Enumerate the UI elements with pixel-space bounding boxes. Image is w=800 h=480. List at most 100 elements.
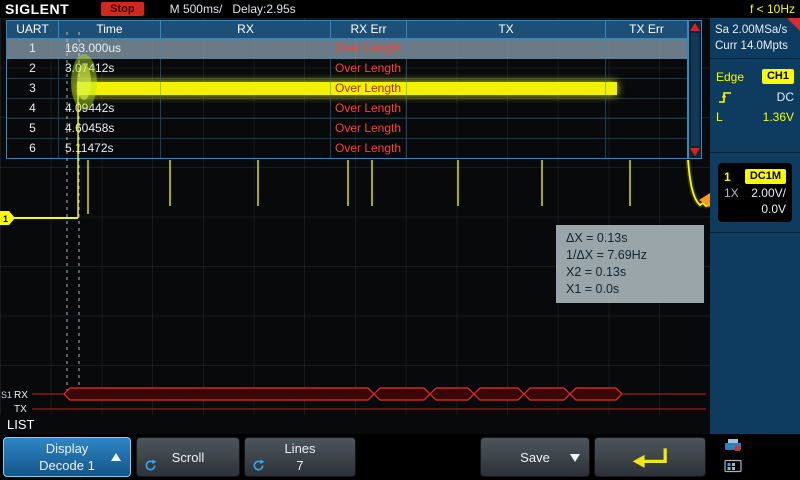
cell-rx-err: Over Length [331, 39, 407, 58]
waveform-area: UART Time RX RX Err TX TX Err 1 163.000u… [0, 18, 710, 434]
sample-rate: Sa 2.00MSa/s [715, 22, 795, 38]
cell-rx-err: Over Length [331, 119, 407, 138]
cell-index: 3 [7, 79, 59, 98]
soft-menu-bar: Display Decode 1 Scroll Lines 7 Save [0, 434, 800, 480]
cell-tx [407, 59, 606, 78]
interface-status-icon[interactable] [724, 459, 742, 474]
cursor-inv-delta-x: 1/ΔX = 7.69Hz [566, 247, 694, 264]
channel-info[interactable]: 1 DC1M 1X 2.00V/ 0.0V [710, 153, 800, 233]
cursor-readout-box: ΔX = 0.13s 1/ΔX = 7.69Hz X2 = 0.13s X1 =… [556, 225, 704, 303]
trigger-info[interactable]: Edge CH1 DC L 1.36V [710, 59, 800, 153]
cell-tx-err [606, 139, 687, 159]
cell-index: 1 [7, 39, 59, 58]
table-body: 1 163.000us Over Length 2 3.07412s Over … [6, 39, 688, 159]
print-icon[interactable] [724, 438, 742, 454]
cell-tx [407, 139, 606, 159]
timebase-readout: M 500ms/ [170, 2, 223, 16]
uart-decode-table: UART Time RX RX Err TX TX Err 1 163.000u… [6, 20, 702, 159]
cell-time: 4.09442s [59, 99, 161, 118]
cell-tx-err [606, 79, 687, 98]
vertical-offset: 0.0V [761, 202, 786, 216]
display-menu-button[interactable]: Display Decode 1 [3, 437, 131, 477]
header-rx: RX [161, 21, 331, 38]
brand-logo: SIGLENT [5, 1, 69, 17]
cell-rx [161, 59, 331, 78]
top-status-bar: SIGLENT Stop M 500ms/ Delay:2.95s f < 10… [0, 0, 800, 18]
table-main: UART Time RX RX Err TX TX Err 1 163.000u… [6, 20, 688, 159]
probe-attenuation: 1X [724, 186, 739, 200]
scroll-button[interactable]: Scroll [136, 437, 240, 477]
channel-coupling-badge: DC1M [745, 169, 786, 184]
save-button-label: Save [520, 449, 550, 466]
trigger-source-badge: CH1 [762, 69, 794, 84]
rising-edge-icon [716, 90, 734, 104]
cell-tx [407, 79, 606, 98]
trigger-type: Edge [716, 70, 744, 84]
cell-rx-err: Over Length [331, 139, 407, 159]
save-button[interactable]: Save [480, 437, 590, 477]
cell-time [59, 79, 161, 98]
table-row[interactable]: 4 4.09442s Over Length [7, 99, 687, 119]
lines-button-label: Lines [284, 440, 315, 457]
rotate-knob-icon [144, 459, 157, 472]
cell-rx-err: Over Length [331, 79, 407, 98]
rotate-knob-icon [252, 459, 265, 472]
vertical-scale: 2.00V/ [751, 186, 786, 200]
memory-depth: Curr 14.0Mpts [715, 38, 795, 54]
table-row[interactable]: 3 Over Length [7, 79, 687, 99]
display-button-line2: Decode 1 [39, 457, 95, 474]
cell-tx-err [606, 39, 687, 58]
cell-tx-err [606, 59, 687, 78]
cell-index: 2 [7, 59, 59, 78]
cell-rx [161, 39, 331, 58]
lines-button[interactable]: Lines 7 [244, 437, 356, 477]
trigger-delay-readout: Delay:2.95s [232, 2, 295, 16]
cell-time: 4.60458s [59, 119, 161, 138]
up-arrow-icon [111, 453, 121, 461]
cell-index: 6 [7, 139, 59, 159]
cell-rx-err: Over Length [331, 99, 407, 118]
cell-time: 163.000us [59, 39, 161, 58]
channel-1-box[interactable]: 1 DC1M 1X 2.00V/ 0.0V [718, 163, 792, 222]
cell-time: 3.07412s [59, 59, 161, 78]
acquisition-status-badge[interactable]: Stop [101, 2, 143, 16]
header-uart: UART [7, 21, 59, 38]
cell-rx [161, 139, 331, 159]
scrollbar-track[interactable] [691, 33, 699, 146]
header-rx-err: RX Err [331, 21, 407, 38]
cell-rx [161, 119, 331, 138]
header-time: Time [59, 21, 161, 38]
trigger-level-value: 1.36V [763, 110, 794, 124]
header-tx-err: TX Err [606, 21, 687, 38]
table-row[interactable]: 2 3.07412s Over Length [7, 59, 687, 79]
table-row[interactable]: 1 163.000us Over Length [7, 39, 687, 59]
trigger-coupling: DC [777, 90, 794, 104]
cell-time: 5.11472s [59, 139, 161, 159]
display-button-line1: Display [46, 440, 89, 457]
table-row[interactable]: 6 5.11472s Over Length [7, 139, 687, 159]
frequency-counter: f < 10Hz [750, 2, 795, 16]
cursor-x2: X2 = 0.13s [566, 264, 694, 281]
return-arrow-icon [628, 444, 672, 470]
header-tx: TX [407, 21, 606, 38]
trigger-level-label: L [716, 110, 723, 124]
table-row[interactable]: 5 4.60458s Over Length [7, 119, 687, 139]
cell-tx-err [606, 99, 687, 118]
table-scrollbar[interactable] [688, 20, 702, 159]
cell-rx [161, 99, 331, 118]
cell-index: 4 [7, 99, 59, 118]
cell-tx [407, 39, 606, 58]
cursor-x1: X1 = 0.0s [566, 281, 694, 298]
cell-tx-err [606, 119, 687, 138]
cell-rx-err: Over Length [331, 59, 407, 78]
back-button[interactable] [594, 437, 706, 477]
cursor-delta-x: ΔX = 0.13s [566, 230, 694, 247]
cell-tx [407, 119, 606, 138]
down-arrow-icon [570, 454, 580, 462]
cell-rx [161, 79, 331, 98]
cell-index: 5 [7, 119, 59, 138]
scroll-up-icon[interactable] [690, 23, 700, 31]
status-sidebar: Sa 2.00MSa/s Curr 14.0Mpts Edge CH1 DC L… [710, 18, 800, 434]
scroll-down-icon[interactable] [690, 148, 700, 156]
acquisition-info: Sa 2.00MSa/s Curr 14.0Mpts [710, 18, 800, 59]
